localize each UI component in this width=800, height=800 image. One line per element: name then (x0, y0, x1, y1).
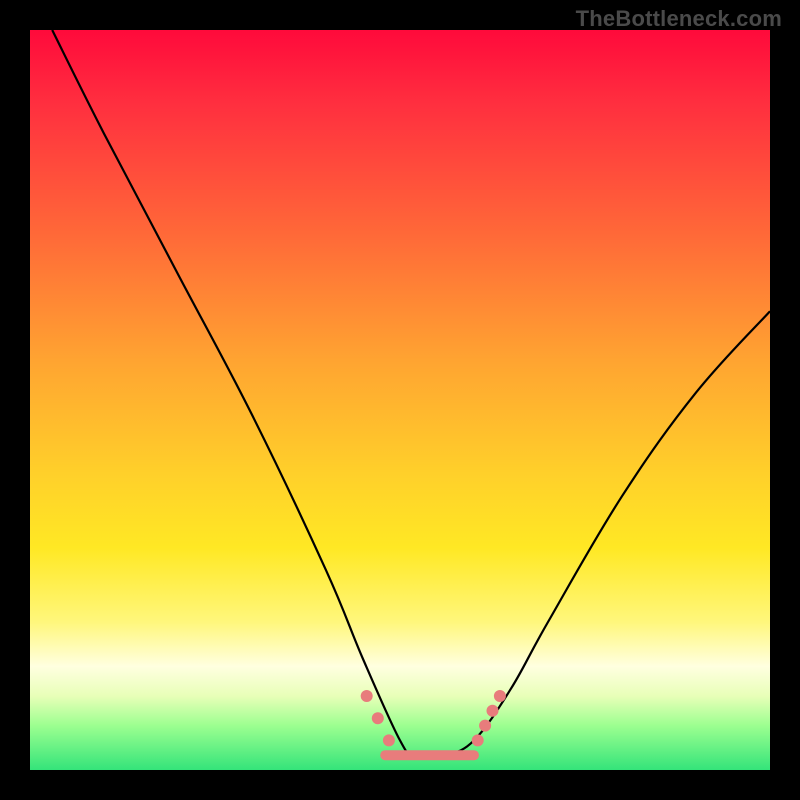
curve-svg (30, 30, 770, 770)
attribution-label: TheBottleneck.com (576, 6, 782, 32)
accent-dot (472, 734, 484, 746)
accent-dot (372, 712, 384, 724)
accent-dots-group (361, 690, 506, 746)
accent-dot (487, 705, 499, 717)
accent-dot (494, 690, 506, 702)
accent-dot (479, 720, 491, 732)
plot-area (30, 30, 770, 770)
accent-dot (361, 690, 373, 702)
accent-dot (383, 734, 395, 746)
chart-frame: TheBottleneck.com (0, 0, 800, 800)
bottleneck-curve (52, 30, 770, 757)
